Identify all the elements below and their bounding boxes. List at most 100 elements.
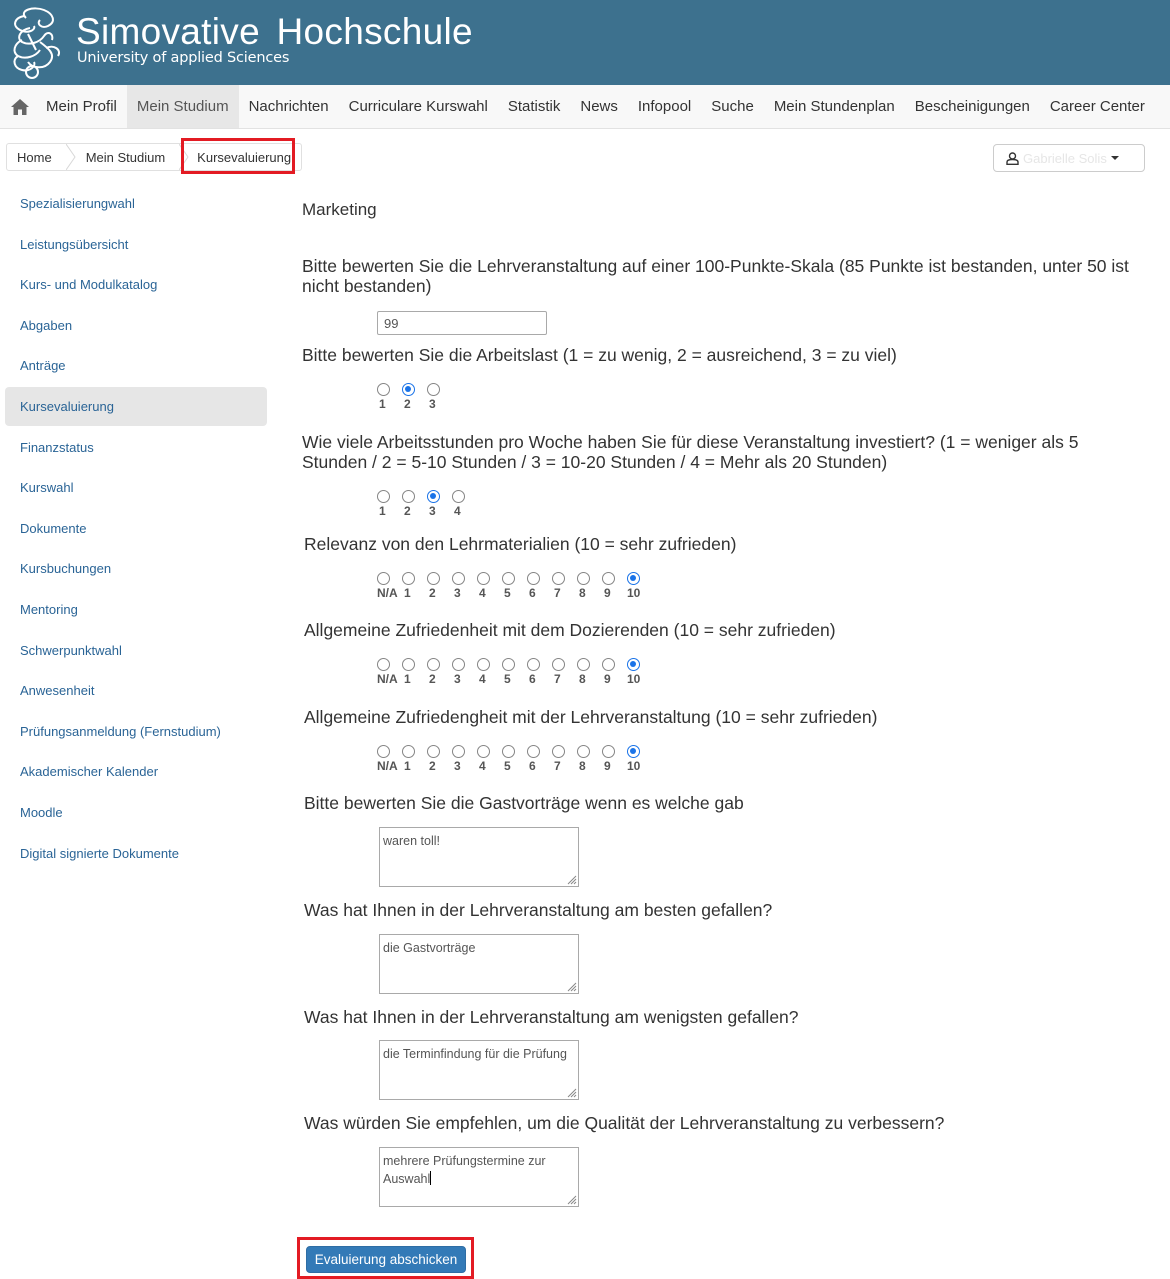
radio-unchecked-icon[interactable] bbox=[527, 745, 540, 758]
sidebar-item-moodle[interactable]: Moodle bbox=[5, 793, 267, 832]
radio-option[interactable]: 3 bbox=[452, 572, 477, 600]
nav-suche[interactable]: Suche bbox=[701, 85, 764, 128]
radio-option[interactable]: 6 bbox=[527, 745, 552, 773]
radio-option[interactable]: 4 bbox=[477, 658, 502, 686]
radio-option[interactable]: 3 bbox=[427, 490, 452, 518]
nav-mein-studium[interactable]: Mein Studium bbox=[126, 85, 239, 128]
radio-option[interactable]: 6 bbox=[527, 572, 552, 600]
radio-option[interactable]: 2 bbox=[427, 658, 452, 686]
user-menu-dropdown[interactable]: Gabrielle Solis bbox=[993, 144, 1145, 172]
radio-option[interactable]: 1 bbox=[402, 658, 427, 686]
breadcrumb-kursevaluierung[interactable]: Kursevaluierung bbox=[189, 144, 301, 170]
radio-option[interactable]: N/A bbox=[377, 745, 402, 773]
sidebar-item-kurs-und-modulkatalog[interactable]: Kurs- und Modulkatalog bbox=[5, 265, 267, 304]
radio-option[interactable]: 7 bbox=[552, 572, 577, 600]
radio-checked-icon[interactable] bbox=[627, 658, 640, 671]
guest-lectures-textarea[interactable]: waren toll! bbox=[379, 827, 579, 887]
sidebar-item-dokumente[interactable]: Dokumente bbox=[5, 509, 267, 548]
radio-unchecked-icon[interactable] bbox=[402, 745, 415, 758]
radio-option[interactable]: 6 bbox=[527, 658, 552, 686]
radio-unchecked-icon[interactable] bbox=[427, 383, 440, 396]
radio-option[interactable]: 7 bbox=[552, 745, 577, 773]
radio-unchecked-icon[interactable] bbox=[552, 745, 565, 758]
radio-unchecked-icon[interactable] bbox=[402, 490, 415, 503]
radio-option[interactable]: 2 bbox=[427, 745, 452, 773]
radio-unchecked-icon[interactable] bbox=[377, 490, 390, 503]
recommendations-textarea[interactable]: mehrere Prüfungstermine zur Auswahl bbox=[379, 1147, 579, 1207]
radio-option[interactable]: N/A bbox=[377, 658, 402, 686]
radio-option[interactable]: 1 bbox=[402, 572, 427, 600]
score-input[interactable] bbox=[377, 311, 547, 335]
radio-option[interactable]: 8 bbox=[577, 745, 602, 773]
radio-unchecked-icon[interactable] bbox=[452, 490, 465, 503]
breadcrumb-mein-studium[interactable]: Mein Studium bbox=[76, 144, 179, 170]
radio-option[interactable]: N/A bbox=[377, 572, 402, 600]
radio-checked-icon[interactable] bbox=[627, 572, 640, 585]
radio-unchecked-icon[interactable] bbox=[377, 383, 390, 396]
radio-unchecked-icon[interactable] bbox=[477, 572, 490, 585]
nav-career-center[interactable]: Career Center bbox=[1040, 85, 1155, 128]
radio-unchecked-icon[interactable] bbox=[427, 658, 440, 671]
radio-unchecked-icon[interactable] bbox=[452, 658, 465, 671]
nav-curriculare-kurswahl[interactable]: Curriculare Kurswahl bbox=[339, 85, 498, 128]
radio-unchecked-icon[interactable] bbox=[427, 745, 440, 758]
sidebar-item-anwesenheit[interactable]: Anwesenheit bbox=[5, 671, 267, 710]
radio-unchecked-icon[interactable] bbox=[602, 572, 615, 585]
radio-option[interactable]: 3 bbox=[427, 383, 452, 411]
university-logo-icon[interactable] bbox=[6, 4, 68, 80]
radio-checked-icon[interactable] bbox=[627, 745, 640, 758]
radio-checked-icon[interactable] bbox=[402, 383, 415, 396]
radio-option[interactable]: 3 bbox=[452, 745, 477, 773]
radio-unchecked-icon[interactable] bbox=[577, 572, 590, 585]
sidebar-item-kursevaluierung[interactable]: Kursevaluierung bbox=[5, 386, 267, 426]
sidebar-item-pruefungsanmeldung[interactable]: Prüfungsanmeldung (Fernstudium) bbox=[5, 712, 267, 751]
radio-unchecked-icon[interactable] bbox=[402, 572, 415, 585]
radio-option[interactable]: 4 bbox=[477, 572, 502, 600]
nav-news[interactable]: News bbox=[570, 85, 628, 128]
radio-option[interactable]: 9 bbox=[602, 745, 627, 773]
resize-grip-icon[interactable] bbox=[565, 1193, 577, 1205]
radio-option[interactable]: 3 bbox=[452, 658, 477, 686]
radio-option[interactable]: 5 bbox=[502, 745, 527, 773]
sidebar-item-kurswahl[interactable]: Kurswahl bbox=[5, 468, 267, 507]
sidebar-item-digital-signierte-dokumente[interactable]: Digital signierte Dokumente bbox=[5, 834, 267, 873]
radio-option[interactable]: 5 bbox=[502, 658, 527, 686]
sidebar-item-finanzstatus[interactable]: Finanzstatus bbox=[5, 428, 267, 467]
sidebar-item-mentoring[interactable]: Mentoring bbox=[5, 590, 267, 629]
radio-unchecked-icon[interactable] bbox=[477, 745, 490, 758]
radio-unchecked-icon[interactable] bbox=[452, 572, 465, 585]
radio-unchecked-icon[interactable] bbox=[502, 572, 515, 585]
sidebar-item-schwerpunktwahl[interactable]: Schwerpunktwahl bbox=[5, 631, 267, 670]
nav-bescheinigungen[interactable]: Bescheinigungen bbox=[905, 85, 1040, 128]
resize-grip-icon[interactable] bbox=[565, 873, 577, 885]
radio-option[interactable]: 2 bbox=[402, 383, 427, 411]
radio-unchecked-icon[interactable] bbox=[502, 745, 515, 758]
radio-option[interactable]: 1 bbox=[402, 745, 427, 773]
radio-unchecked-icon[interactable] bbox=[377, 572, 390, 585]
nav-mein-stundenplan[interactable]: Mein Stundenplan bbox=[764, 85, 905, 128]
sidebar-item-leistungsuebersicht[interactable]: Leistungsübersicht bbox=[5, 225, 267, 264]
radio-option[interactable]: 1 bbox=[377, 383, 402, 411]
radio-unchecked-icon[interactable] bbox=[527, 658, 540, 671]
radio-option[interactable]: 2 bbox=[402, 490, 427, 518]
radio-unchecked-icon[interactable] bbox=[402, 658, 415, 671]
radio-checked-icon[interactable] bbox=[427, 490, 440, 503]
nav-home[interactable] bbox=[0, 85, 36, 128]
radio-option[interactable]: 10 bbox=[627, 745, 652, 773]
sidebar-item-kursbuchungen[interactable]: Kursbuchungen bbox=[5, 549, 267, 588]
radio-unchecked-icon[interactable] bbox=[527, 572, 540, 585]
radio-unchecked-icon[interactable] bbox=[452, 745, 465, 758]
sidebar-item-akademischer-kalender[interactable]: Akademischer Kalender bbox=[5, 752, 267, 791]
radio-unchecked-icon[interactable] bbox=[377, 745, 390, 758]
radio-option[interactable]: 2 bbox=[427, 572, 452, 600]
liked-least-textarea[interactable]: die Terminfindung für die Prüfung bbox=[379, 1040, 579, 1100]
radio-option[interactable]: 8 bbox=[577, 658, 602, 686]
radio-option[interactable]: 8 bbox=[577, 572, 602, 600]
nav-infopool[interactable]: Infopool bbox=[628, 85, 701, 128]
nav-mein-profil[interactable]: Mein Profil bbox=[36, 85, 127, 128]
sidebar-item-abgaben[interactable]: Abgaben bbox=[5, 306, 267, 345]
radio-unchecked-icon[interactable] bbox=[477, 658, 490, 671]
radio-option[interactable]: 9 bbox=[602, 658, 627, 686]
nav-statistik[interactable]: Statistik bbox=[498, 85, 571, 128]
radio-unchecked-icon[interactable] bbox=[427, 572, 440, 585]
